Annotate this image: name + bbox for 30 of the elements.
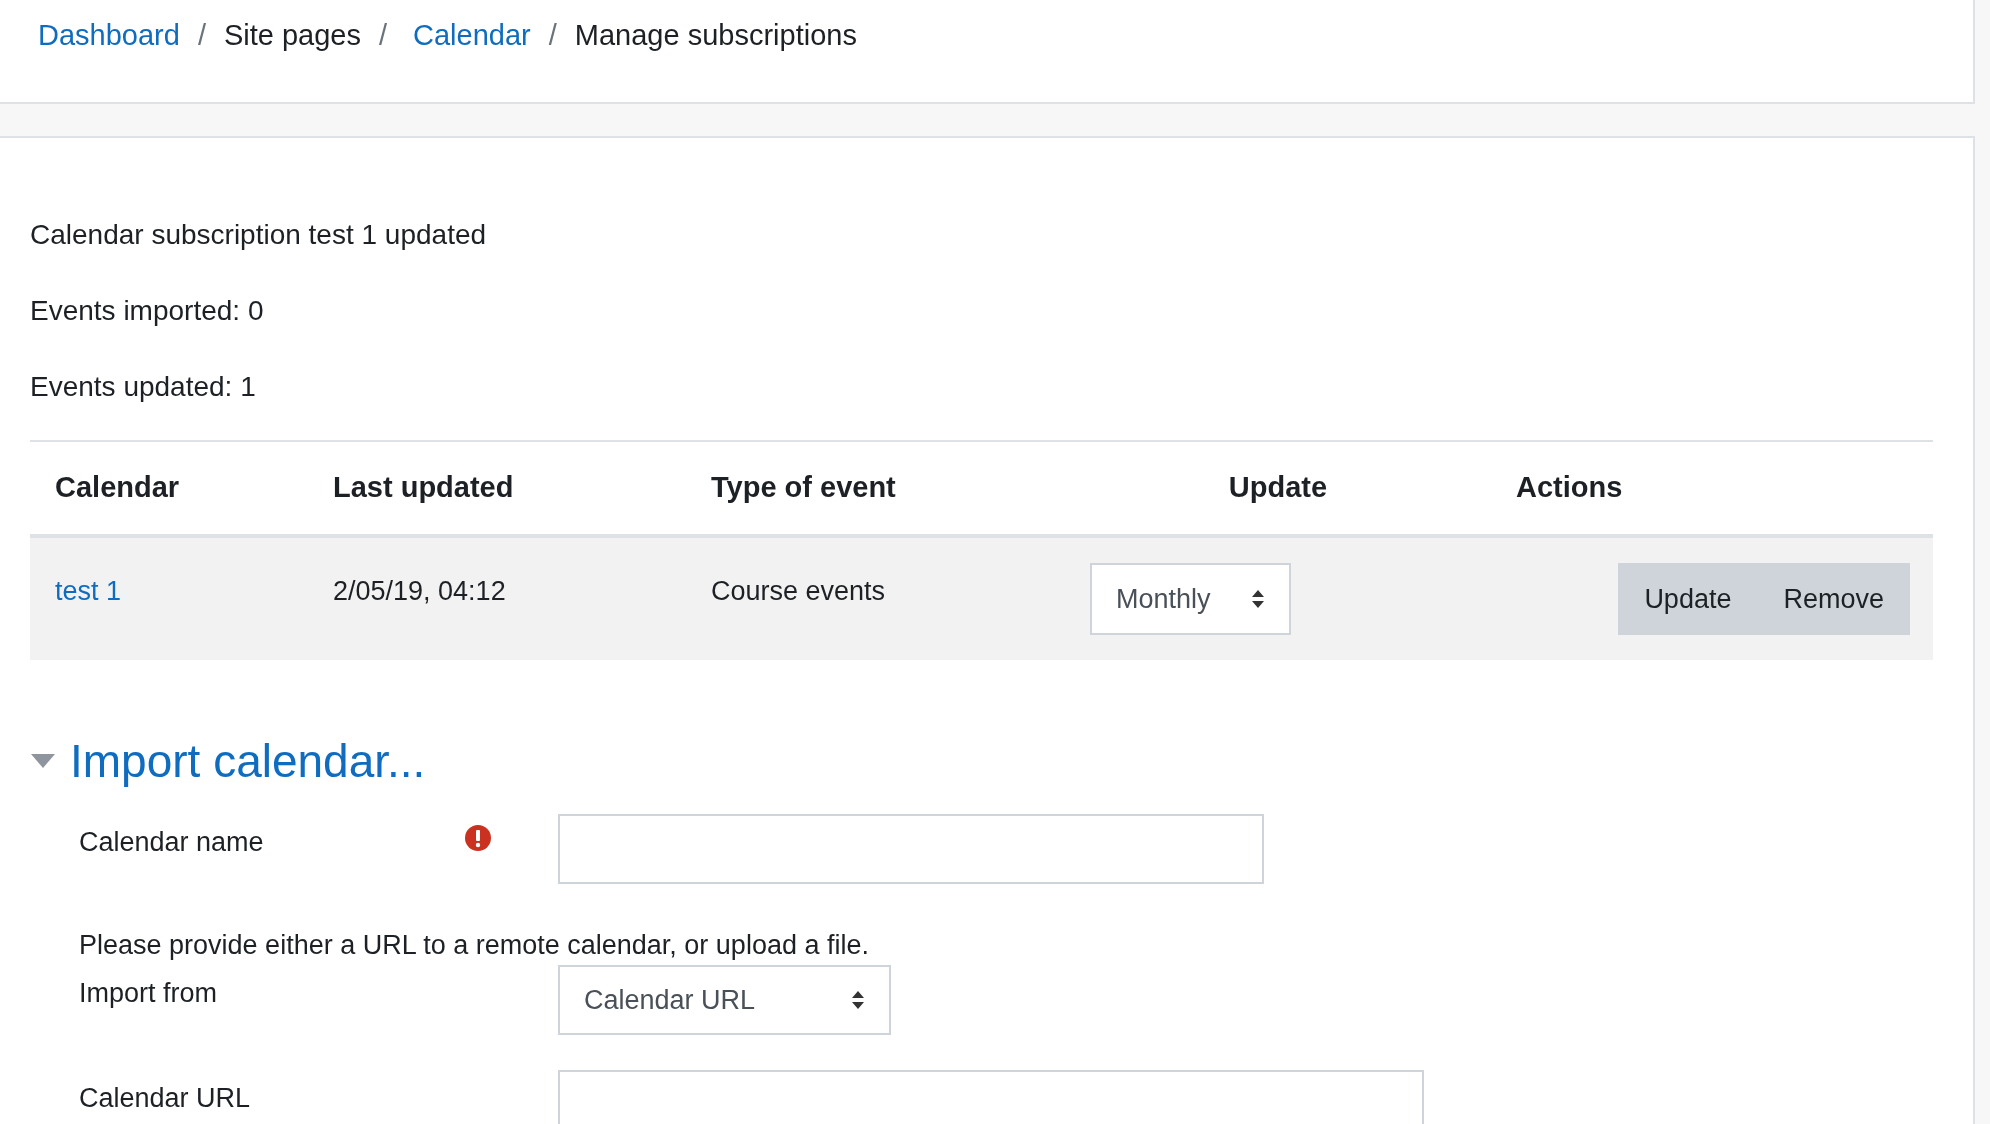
column-header: Update — [1228, 471, 1328, 504]
breadcrumb-separator: / — [548, 18, 557, 53]
action-button[interactable]: Remove — [1757, 563, 1910, 635]
up-down-arrows-icon — [851, 989, 865, 1010]
breadcrumb-item: Manage subscriptions — [574, 18, 857, 53]
collapse-caret-icon[interactable] — [30, 753, 56, 769]
column-header: Type of event — [711, 471, 896, 504]
breadcrumb-separator: / — [379, 18, 388, 53]
status-message: Events updated: 1 — [30, 372, 257, 402]
breadcrumb-item: Site pages — [223, 18, 361, 53]
field-label: Calendar name — [79, 826, 265, 859]
column-header: Last updated — [333, 471, 514, 504]
update-frequency-select[interactable]: Monthly — [1090, 563, 1291, 635]
field-label: Calendar URL — [79, 1081, 252, 1115]
status-message: Calendar subscription test 1 updated — [30, 220, 488, 250]
subscription-link[interactable]: test 1 — [55, 576, 122, 606]
action-button[interactable]: Update — [1618, 563, 1758, 635]
import-from-select[interactable]: Calendar URL — [558, 964, 891, 1035]
status-message: Events imported: 0 — [30, 296, 265, 326]
table-cell: Course events — [711, 576, 886, 606]
breadcrumb-link[interactable]: Calendar — [413, 14, 531, 58]
column-header: Actions — [1516, 471, 1623, 504]
up-down-arrows-icon — [1251, 589, 1265, 609]
form-instruction: Please provide either a URL to a remote calendar, or upload a file. — [79, 929, 870, 962]
text-input-field[interactable] — [558, 814, 1264, 884]
field-label: Import from — [79, 976, 219, 1010]
column-header: Calendar — [55, 471, 180, 504]
breadcrumb-separator: / — [197, 18, 206, 53]
breadcrumb-link[interactable]: Dashboard — [38, 14, 180, 58]
table-cell: 2/05/19, 04:12 — [333, 576, 506, 606]
